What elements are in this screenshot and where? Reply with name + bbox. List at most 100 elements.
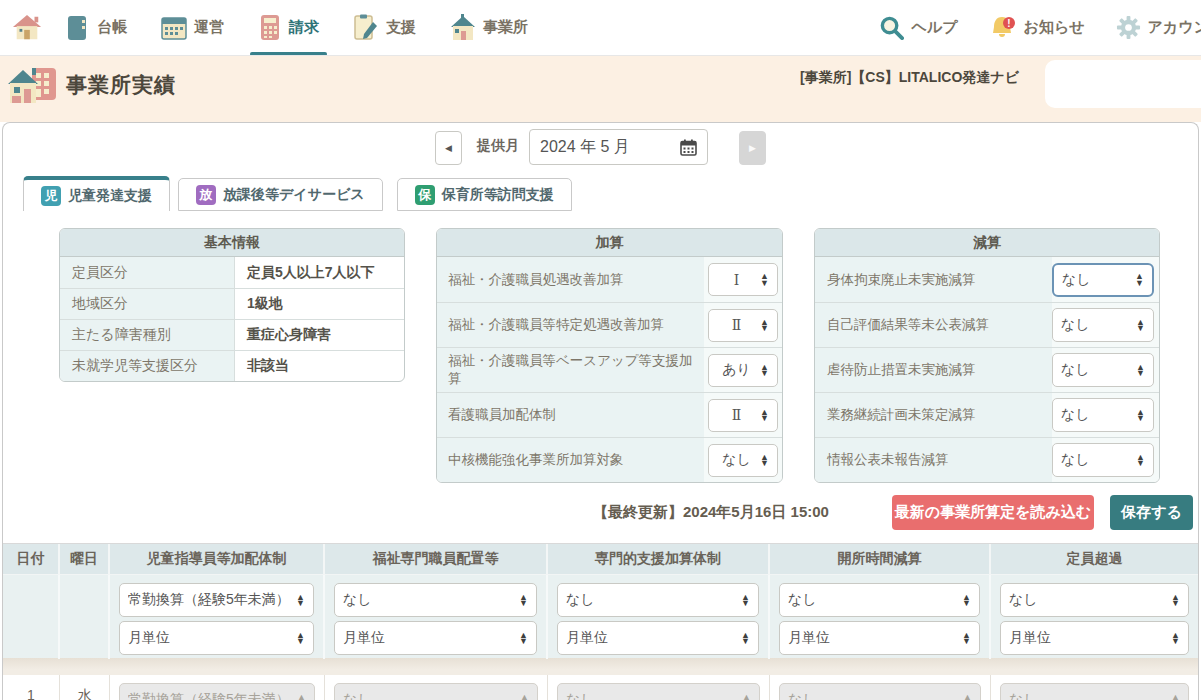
basic-info-row: 主たる障害種別 重症心身障害 [60,319,404,350]
nav-right: ヘルプ ! お知らせ アカウン [848,0,1201,56]
calendar-picker-icon[interactable] [680,139,697,156]
basic-info-title: 基本情報 [60,229,404,257]
updown-arrows-icon: ▲▼ [1135,273,1144,286]
basic-info-row: 地域区分 1級地 [60,288,404,319]
summary-panels: 基本情報 定員区分 定員5人以上7人以下 地域区分 1級地 主たる障害種別 重症… [59,228,1198,483]
period-label: 提供月 [477,137,519,155]
additions-row: 中核機能強化事業所加算対象 なし▲▼ [437,437,782,482]
daily-table: 日付 曜日 児童指導員等加配体制 福祉専門職員配置等 専門的支援加算体制 開所時… [3,543,1198,700]
updown-arrows-icon: ▲▼ [760,273,769,286]
calculator-icon [258,14,282,42]
load-latest-button[interactable]: 最新の事業所算定を読み込む [892,495,1094,530]
bulk-select-1a[interactable]: なし▲▼ [334,583,537,617]
addition-select-0[interactable]: Ⅰ▲▼ [708,263,778,296]
nav-seikyu[interactable]: 請求 [258,0,319,56]
period-input[interactable]: 2024 年 5 月 [529,129,708,165]
tab-hoikusho-houmon[interactable]: 保 保育所等訪問支援 [397,178,572,211]
nav-jigyousho[interactable]: 事業所 [450,0,528,56]
deductions-row: 身体拘束廃止未実施減算 なし▲▼ [815,257,1159,302]
nav-news[interactable]: ! お知らせ [989,0,1085,56]
clipboard-pencil-icon [353,14,379,42]
bulk-select-0b[interactable]: 月単位▲▼ [119,621,314,655]
nav-help[interactable]: ヘルプ [879,0,957,56]
deductions-title: 減算 [815,229,1159,257]
deduction-select-2[interactable]: なし▲▼ [1052,353,1154,387]
bulk-select-0a[interactable]: 常勤換算（経験5年未満）▲▼ [119,583,314,617]
main-card: ◀ 提供月 2024 年 5 月 ▶ 児 児童発達支援 放 放課後等デイサ [2,122,1199,700]
bulk-select-3b[interactable]: 月単位▲▼ [779,621,980,655]
day1-select-0[interactable]: 常勤換算（経験5年未満）▲▼ [119,683,315,700]
addition-select-4[interactable]: なし▲▼ [708,444,778,477]
save-button[interactable]: 保存する [1110,495,1193,530]
deductions-row: 情報公表未報告減算 なし▲▼ [815,437,1159,482]
top-nav: 台帳 運営 請求 支援 [0,0,1201,56]
office-label: [事業所]【CS】LITALICO発達ナビ [800,69,1019,87]
tab-houkago-day[interactable]: 放 放課後等デイサービス [178,178,383,211]
tab-jidou-hattatsu[interactable]: 児 児童発達支援 [23,176,170,211]
day1-select-1[interactable]: なし▲▼ [334,683,538,700]
deduction-select-3[interactable]: なし▲▼ [1052,398,1154,432]
search-icon [879,15,904,40]
footer-actions: 【最終更新】2024年5月16日 15:00 最新の事業所算定を読み込む 保存す… [3,495,1198,530]
addition-select-3[interactable]: Ⅱ▲▼ [708,399,778,432]
bulk-edit-row: 常勤換算（経験5年未満）▲▼ 月単位▲▼ なし▲▼ 月単位▲▼ なし▲▼ 月単位… [3,575,1198,658]
nav-account[interactable]: アカウン [1116,0,1201,56]
updown-arrows-icon: ▲▼ [760,454,769,467]
ledger-icon [66,14,90,42]
updown-arrows-icon: ▲▼ [760,409,769,422]
period-selector: ◀ 提供月 2024 年 5 月 ▶ [3,123,1198,165]
bulk-select-3a[interactable]: なし▲▼ [779,583,980,617]
user-box[interactable] [1045,60,1201,108]
bulk-select-1b[interactable]: 月単位▲▼ [334,621,537,655]
additions-title: 加算 [437,229,782,257]
deduction-select-1[interactable]: なし▲▼ [1052,308,1154,342]
bulk-select-2b[interactable]: 月単位▲▼ [557,621,759,655]
gear-icon [1116,15,1141,40]
office-icon [450,14,476,42]
addition-select-1[interactable]: Ⅱ▲▼ [708,309,778,342]
updown-arrows-icon: ▲▼ [760,319,769,332]
next-month-button[interactable]: ▶ [739,131,766,165]
nav-home[interactable] [12,0,42,56]
calendar-icon [161,15,187,41]
day1-select-4[interactable]: なし▲▼ [1000,683,1189,700]
page-title: 事業所実績 [66,71,176,99]
basic-info-panel: 基本情報 定員区分 定員5人以上7人以下 地域区分 1級地 主たる障害種別 重症… [59,228,405,382]
additions-row: 福祉・介護職員等ベースアップ等支援加算 あり▲▼ [437,347,782,392]
updown-arrows-icon: ▲▼ [1136,454,1145,467]
day-weekday: 水 [60,675,110,700]
day-date: 1 [3,675,60,700]
deduction-select-4[interactable]: なし▲▼ [1052,443,1154,477]
deductions-row: 虐待防止措置未実施減算 なし▲▼ [815,347,1159,392]
updown-arrows-icon: ▲▼ [1136,364,1145,377]
additions-row: 福祉・介護職員等特定処遇改善加算 Ⅱ▲▼ [437,302,782,347]
additions-panel: 加算 福祉・介護職員処遇改善加算 Ⅰ▲▼ 福祉・介護職員等特定処遇改善加算 Ⅱ▲… [436,228,783,483]
home-icon [12,13,42,43]
tab-badge-nursery: 保 [415,185,435,205]
nav-unei[interactable]: 運営 [161,0,224,56]
deduction-select-0[interactable]: なし▲▼ [1052,263,1154,297]
additions-row: 福祉・介護職員処遇改善加算 Ⅰ▲▼ [437,257,782,302]
prev-month-button[interactable]: ◀ [435,131,462,165]
bell-icon: ! [989,14,1017,42]
last-updated: 【最終更新】2024年5月16日 15:00 [593,503,829,522]
addition-select-2[interactable]: あり▲▼ [708,354,778,387]
day1-select-3[interactable]: なし▲▼ [779,683,981,700]
tab-badge-afterschool: 放 [196,185,216,205]
service-tabs: 児 児童発達支援 放 放課後等デイサービス 保 保育所等訪問支援 [23,176,1198,211]
bulk-select-4a[interactable]: なし▲▼ [1000,583,1189,617]
svg-text:!: ! [1007,17,1010,28]
day-row-1: 1 水 常勤換算（経験5年未満）▲▼ なし▲▼ なし▲▼ なし▲▼ なし▲▼ [3,675,1198,700]
nav-shien[interactable]: 支援 [353,0,416,56]
day1-select-2[interactable]: なし▲▼ [557,683,760,700]
deductions-row: 自己評価結果等未公表減算 なし▲▼ [815,302,1159,347]
updown-arrows-icon: ▲▼ [1136,319,1145,332]
page-header-band: 事業所実績 [事業所]【CS】LITALICO発達ナビ [0,56,1201,122]
nav-daichou[interactable]: 台帳 [66,0,127,56]
bulk-select-2a[interactable]: なし▲▼ [557,583,759,617]
tab-badge-child: 児 [41,186,61,206]
basic-info-row: 定員区分 定員5人以上7人以下 [60,257,404,288]
bulk-select-4b[interactable]: 月単位▲▼ [1000,621,1189,655]
page-title-icon [8,62,58,108]
basic-info-row: 未就学児等支援区分 非該当 [60,350,404,381]
